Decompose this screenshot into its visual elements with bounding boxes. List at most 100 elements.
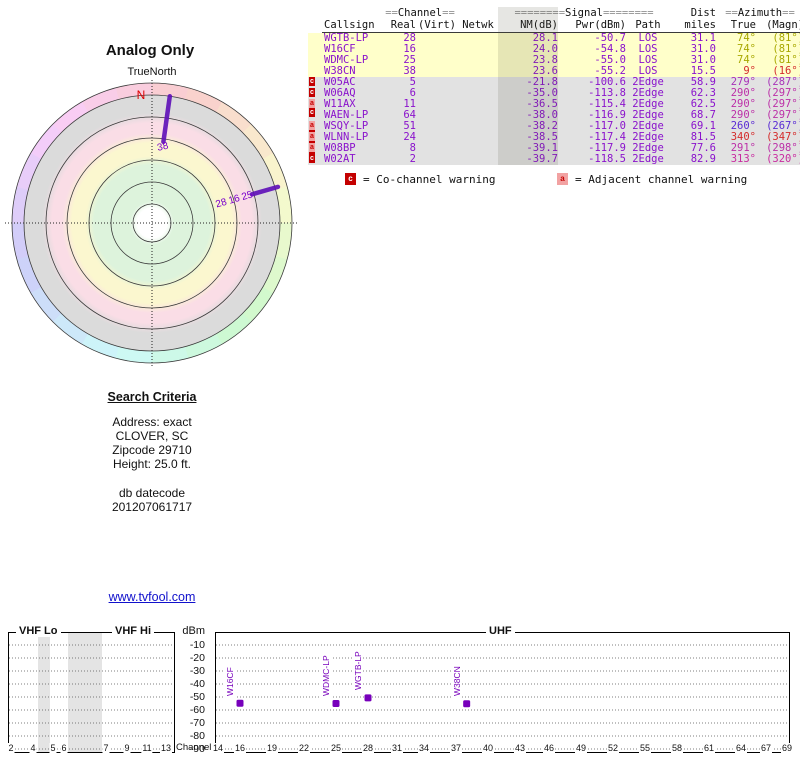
dbm-axis-title: dBm	[182, 625, 205, 637]
cell-azimuth-magn: (320°)	[766, 153, 800, 165]
cell-virt-channel	[416, 77, 458, 88]
col-real: Real	[390, 19, 416, 31]
cell-azimuth-true: 313°	[730, 153, 756, 165]
warning-flags	[308, 66, 322, 77]
co-channel-warning-flag: c	[309, 154, 315, 163]
col-netwk: Netwk	[462, 19, 494, 31]
warning-flags	[308, 55, 322, 66]
uhf-channel-tick: 40	[481, 743, 495, 753]
vhf-channel-tick: 11	[141, 743, 153, 753]
cell-network	[458, 77, 498, 88]
vhf-lo-label: VHF Lo	[16, 625, 61, 637]
uhf-channel-tick: 31	[390, 743, 404, 753]
tvfool-link[interactable]: www.tvfool.com	[109, 590, 196, 604]
station-callsign-vertical: W38CN	[451, 664, 462, 699]
cell-network	[458, 44, 498, 55]
uhf-channel-tick: 55	[638, 743, 652, 753]
warning-flags: c	[308, 77, 322, 88]
bearing-channel-label: 25	[240, 189, 254, 203]
db-datecode-label: db datecode	[118, 486, 186, 500]
table-body: WGTB-LP2828.1-50.7LOS31.174°(81°)W16CF16…	[308, 33, 800, 165]
vhf-channel-tick: 9	[123, 743, 131, 753]
spectrum-chart: VHF Lo VHF Hi UHF dBm Channel -10 -20 -30-…	[0, 624, 800, 768]
cell-network	[458, 110, 498, 121]
azimuth-group-header: ==Azimuth==	[725, 7, 795, 19]
col-virt: (Virt)	[418, 19, 456, 31]
cell-network	[458, 33, 498, 44]
cell-real-channel: 2	[409, 153, 416, 165]
cell-virt-channel	[416, 154, 458, 165]
uhf-channel-tick: 67	[759, 743, 773, 753]
vhf-channel-tick: 2	[7, 743, 15, 753]
cell-virt-channel	[416, 66, 458, 77]
dbm-tick-label: -70	[189, 716, 205, 729]
cell-nm-db: -39.7	[526, 153, 558, 165]
north-marker: N	[137, 88, 146, 102]
table-row: c W02AT 2 -39.7 -118.5 2Edge 82.9 313° (320°)	[308, 154, 800, 165]
station-callsign-vertical: W16CF	[225, 664, 235, 698]
cell-virt-channel	[416, 110, 458, 121]
col-magn: (Magn)	[766, 19, 800, 31]
adjacent-warning-flag: a	[309, 121, 315, 130]
signal-bars	[236, 694, 471, 708]
height-line: Height: 25.0 ft.	[112, 457, 192, 471]
db-datecode: db datecode 201207061717	[0, 486, 304, 514]
cell-virt-channel	[416, 55, 458, 66]
fm-gap-band	[68, 633, 102, 752]
uhf-channel-tick: 43	[513, 743, 527, 753]
uhf-channel-tick: 14	[211, 743, 225, 753]
table-column-headers: Callsign Real (Virt) Netwk NM(dB) Pwr(dB…	[308, 19, 800, 31]
cell-dist-miles: 82.9	[690, 153, 716, 165]
signal-bar	[364, 694, 372, 702]
adjacent-channel-legend-text: = Adjacent channel warning	[575, 173, 748, 186]
uhf-channel-tick: 22	[297, 743, 311, 753]
warning-flags	[308, 33, 322, 44]
station-callsign-vertical: WGTB-LP	[353, 649, 363, 693]
dbm-tick-label: -10	[189, 638, 205, 651]
signal-bar	[463, 700, 471, 708]
address-line: Address: exact	[112, 415, 192, 429]
cell-virt-channel	[416, 44, 458, 55]
uhf-channel-tick: 64	[734, 743, 748, 753]
uhf-channel-tick: 34	[417, 743, 431, 753]
warning-flags: c	[308, 88, 322, 99]
uhf-channel-tick: 61	[702, 743, 716, 753]
bearing-line	[249, 184, 281, 197]
co-channel-warning-flag: c	[309, 77, 315, 86]
dbm-tick-label: -80	[189, 729, 205, 742]
station-table: ==Channel== ========Signal======== Dist …	[308, 7, 800, 197]
warning-flags	[308, 44, 322, 55]
polar-chart: N 38 28 16 25	[5, 80, 298, 367]
dbm-tick-label: -50	[189, 690, 205, 703]
search-criteria-title: Search Criteria	[107, 390, 197, 404]
uhf-channel-tick: 37	[449, 743, 463, 753]
db-datecode-value: 201207061717	[111, 500, 193, 514]
signal-bar	[236, 699, 244, 707]
uhf-channel-tick: 46	[542, 743, 556, 753]
bearing-channel-label: 38	[156, 141, 170, 154]
table-header-groups: ==Channel== ========Signal======== Dist …	[308, 7, 800, 19]
co-channel-warning-flag: c	[309, 88, 315, 97]
vhf-channel-tick: 6	[60, 743, 68, 753]
uhf-channel-tick: 52	[606, 743, 620, 753]
zipcode-line: Zipcode 29710	[112, 443, 192, 457]
dbm-tick-label: -90	[189, 742, 205, 755]
vhf-channel-tick: 5	[49, 743, 57, 753]
cell-network	[458, 55, 498, 66]
uhf-channel-tick: 25	[329, 743, 343, 753]
uhf-channel-tick: 16	[233, 743, 247, 753]
uhf-channel-tick: 28	[361, 743, 375, 753]
bearing-channel-label: 28	[214, 197, 228, 211]
col-pwr: Pwr(dBm)	[575, 19, 626, 31]
adjacent-channel-badge: a	[557, 173, 568, 185]
cell-network	[458, 154, 498, 165]
uhf-label: UHF	[486, 625, 515, 637]
uhf-channel-tick: 19	[265, 743, 279, 753]
polar-chart-title: Analog Only	[105, 42, 195, 59]
cell-path: 2Edge	[632, 153, 664, 165]
col-nm: NM(dB)	[520, 19, 558, 31]
panel-borders	[8, 632, 790, 753]
uhf-channel-tick: 58	[670, 743, 684, 753]
col-path: Path	[635, 19, 661, 31]
col-callsign: Callsign	[324, 19, 375, 31]
